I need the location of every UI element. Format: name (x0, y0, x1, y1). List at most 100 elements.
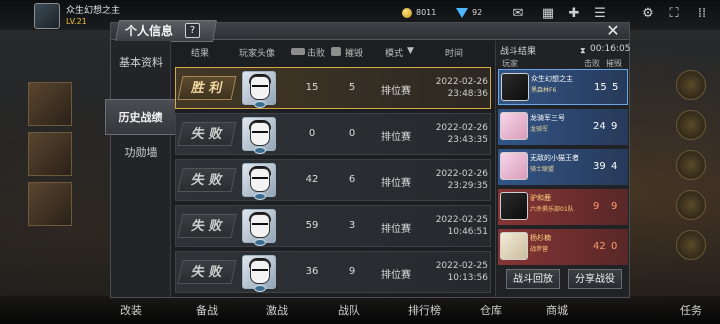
history-table-header: 结果 玩家头像 击败 摧毁 模式 ▼ 时间 (173, 43, 491, 61)
player-avatar-thumb (242, 117, 276, 154)
player-row-team: 六杀俱乐部01队 (530, 206, 574, 213)
player-row[interactable]: 龙骑军三号 龙骑军 24 9 (498, 109, 628, 145)
menu-item-basic-info[interactable]: 基本资料 (111, 45, 171, 81)
result-badge: 胜 利 (177, 76, 237, 100)
mode-value: 排位赛 (381, 224, 411, 235)
settings-icon[interactable]: ⚙ (640, 6, 656, 22)
nav-item-ranking[interactable]: 排行榜 (408, 302, 441, 318)
player-row-destroyed: 5 (612, 82, 619, 93)
match-datetime: 2022-02-26 23:43:35 (412, 122, 488, 146)
share-battle-button[interactable]: 分享战役 (568, 269, 622, 289)
gem-icon (456, 8, 468, 18)
mode-dropdown-arrow-icon[interactable]: ▼ (407, 46, 414, 56)
header-time: 时间 (445, 49, 464, 59)
kills-value: 59 (305, 220, 319, 231)
side-event-icon[interactable] (676, 230, 706, 260)
match-time: 10:46:51 (447, 227, 488, 237)
menu-item-merit-wall[interactable]: 功勋墙 (111, 135, 171, 171)
tank-icon (291, 48, 305, 55)
result-badge: 失 败 (177, 260, 237, 284)
side-event-icon[interactable] (676, 110, 706, 140)
coin-icon (402, 8, 412, 18)
nav-item-battle[interactable]: 激战 (266, 302, 288, 318)
mode-value: 排位赛 (381, 132, 411, 143)
nav-item-warehouse[interactable]: 仓库 (480, 302, 502, 318)
player-row[interactable]: 杨杉楠 战斧营 42 0 (498, 229, 628, 265)
player-avatar (500, 192, 528, 220)
player-row-kills: 42 (593, 241, 606, 252)
destroyed-value: 0 (348, 128, 356, 139)
player-row-name: 众生幻想之主 (531, 75, 573, 83)
mail-icon[interactable]: ✉ (510, 6, 526, 22)
history-row[interactable]: 胜 利 15 5 排位赛 2022-02-26 23:48:36 (175, 67, 491, 109)
match-datetime: 2022-02-26 23:48:36 (412, 76, 488, 100)
battle-duration: 00:16:05 (590, 44, 631, 54)
player-row-name: 无敌的小猫王者 (530, 154, 579, 162)
player-row-destroyed: 4 (611, 161, 618, 172)
detail-header-player: 玩家 (502, 59, 518, 68)
mode-value: 排位赛 (381, 178, 411, 189)
side-event-icon[interactable] (676, 70, 706, 100)
player-row-kills: 39 (593, 161, 606, 172)
player-avatar-thumb (242, 255, 276, 292)
match-time: 23:48:36 (447, 89, 488, 99)
history-row[interactable]: 失 败 0 0 排位赛 2022-02-26 23:43:35 (175, 113, 491, 155)
side-event-icon[interactable] (676, 150, 706, 180)
nav-item-team[interactable]: 战队 (338, 302, 360, 318)
match-date: 2022-02-26 (435, 169, 488, 179)
kills-value: 42 (305, 174, 319, 185)
mode-value: 排位赛 (381, 270, 411, 281)
battle-result-title: 战斗结果 (500, 47, 537, 57)
player-row[interactable]: 无敌的小猫王者 骑士联盟 39 4 (498, 149, 628, 185)
player-row-kills: 24 (593, 121, 606, 132)
nav-item-prepare[interactable]: 备战 (196, 302, 218, 318)
hourglass-icon: ⧗ (580, 46, 586, 55)
player-row[interactable]: 驴和鹿 六杀俱乐部01队 9 9 (498, 189, 628, 225)
gem-count: 92 (472, 8, 483, 17)
menu-item-battle-history[interactable]: 历史战绩 (105, 99, 175, 135)
nav-item-modify[interactable]: 改装 (120, 302, 142, 318)
player-row-team: 骑士联盟 (530, 166, 555, 173)
match-datetime: 2022-02-26 23:29:35 (412, 168, 488, 192)
player-row-self[interactable]: 众生幻想之主 黑森林F6 15 5 (498, 69, 628, 105)
grid-icon[interactable]: ▦ (540, 6, 556, 22)
player-row-name: 龙骑军三号 (530, 114, 565, 122)
player-row-team: 龙骑军 (530, 126, 549, 133)
player-row-destroyed: 0 (611, 241, 618, 252)
history-row[interactable]: 失 败 42 6 排位赛 2022-02-26 23:29:35 (175, 159, 491, 201)
player-level: LV.21 (66, 17, 87, 26)
background-left-column (28, 60, 80, 285)
close-button[interactable]: ✕ (603, 23, 623, 39)
panel-header: 个人信息 ? ✕ (111, 20, 629, 42)
background-card (28, 182, 72, 226)
nav-item-task[interactable]: 任务 (680, 302, 702, 318)
mode-value: 排位赛 (381, 86, 411, 97)
history-row[interactable]: 失 败 36 9 排位赛 2022-02-25 10:13:56 (175, 251, 491, 293)
personal-info-panel: 个人信息 ? ✕ 基本资料 历史战绩 功勋墙 结果 玩家头像 击败 摧毁 模式 … (105, 20, 631, 298)
side-menu: 基本资料 历史战绩 功勋墙 (105, 41, 175, 297)
history-row[interactable]: 失 败 59 3 排位赛 2022-02-25 10:46:51 (175, 205, 491, 247)
result-badge: 失 败 (177, 214, 237, 238)
player-avatar-thumb (242, 163, 276, 200)
help-icon[interactable]: ? (185, 23, 200, 38)
replay-button[interactable]: 战斗回放 (506, 269, 560, 289)
background-card (28, 82, 72, 126)
add-icon[interactable]: ✚ (566, 6, 582, 22)
list-icon[interactable]: ☰ (592, 6, 608, 22)
side-event-icon[interactable] (676, 190, 706, 220)
header-mode[interactable]: 模式 (385, 46, 403, 59)
player-avatar[interactable] (34, 3, 60, 29)
player-avatar (501, 73, 529, 101)
match-time: 23:29:35 (447, 181, 488, 191)
nav-item-shop[interactable]: 商城 (546, 302, 568, 318)
player-row-name: 驴和鹿 (530, 194, 551, 202)
header-result: 结果 (191, 49, 210, 59)
player-row-kills: 15 (594, 82, 607, 93)
destroy-icon (331, 47, 341, 56)
player-row-kills: 9 (593, 201, 600, 212)
fullscreen-icon[interactable]: ⛶ (666, 6, 682, 22)
grid-menu-icon[interactable]: ⁞⁞ (694, 6, 710, 22)
header-avatar: 玩家头像 (239, 49, 276, 59)
match-time: 23:43:35 (447, 135, 488, 145)
battle-result-panel: 战斗结果 ⧗ 00:16:05 玩家 击败 摧毁 众生幻想之主 黑森林F6 15… (495, 41, 631, 297)
